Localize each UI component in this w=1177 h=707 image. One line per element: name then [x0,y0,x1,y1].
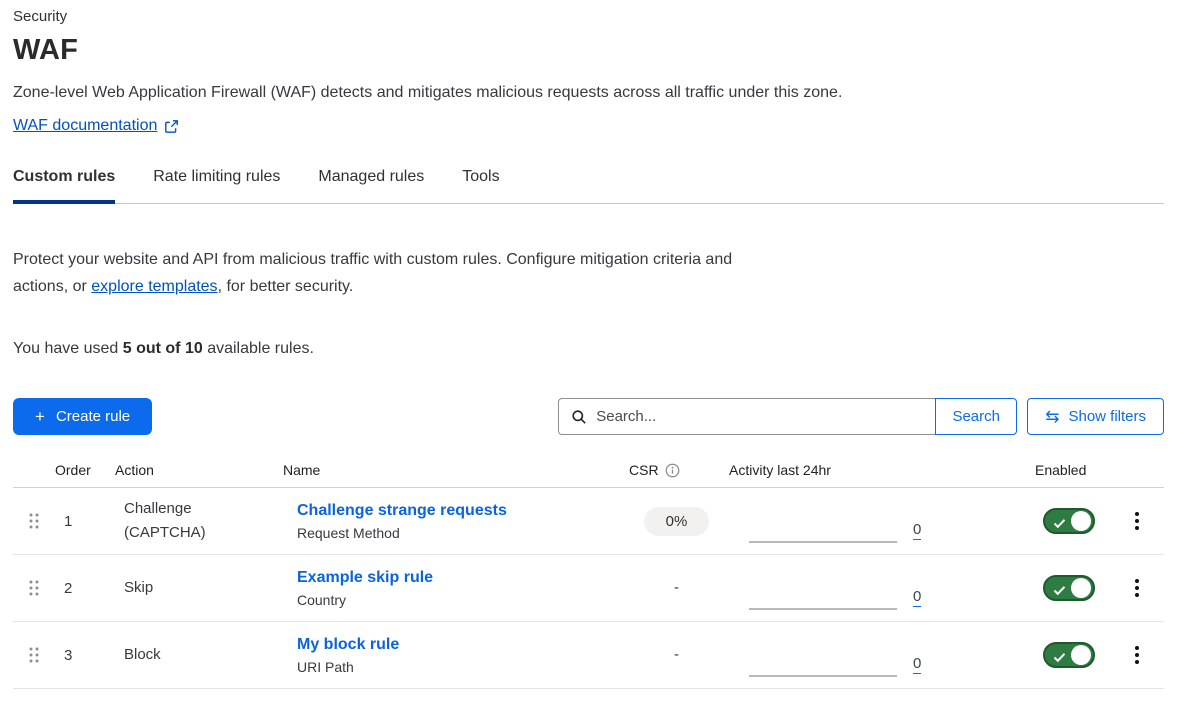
rule-action-line1: Skip [124,576,283,600]
header-action: Action [115,458,283,487]
table-row: 1 Challenge (CAPTCHA) Challenge strange … [13,488,1164,555]
rule-field: URI Path [297,659,629,675]
rule-action-line1: Block [124,643,283,667]
table-row: 2 Skip Example skip rule Country - 0 [13,555,1164,622]
activity-sparkline [749,608,897,610]
toggle-knob [1071,645,1091,665]
enabled-toggle[interactable] [1043,642,1095,668]
create-rule-label: Create rule [56,408,130,425]
kebab-icon [1135,646,1139,650]
usage-suffix: available rules. [203,340,314,357]
csr-value: - [644,579,709,596]
rule-field: Request Method [297,525,629,541]
rule-name-link[interactable]: Challenge strange requests [297,502,629,520]
table-header: Order Action Name CSR Activity last 24hr… [13,458,1164,488]
tab-custom-rules[interactable]: Custom rules [13,168,115,204]
header-order: Order [55,458,115,487]
activity-count-link[interactable]: 0 [913,589,921,607]
header-csr: CSR [629,458,729,487]
usage-count: 5 out of 10 [123,340,203,357]
info-icon[interactable] [665,463,680,478]
search-button[interactable]: Search [935,398,1017,435]
drag-handle-icon[interactable] [28,512,40,530]
activity-count-link[interactable]: 0 [913,656,921,674]
activity-count-link[interactable]: 0 [913,522,921,540]
page-description: Zone-level Web Application Firewall (WAF… [13,84,1164,102]
waf-documentation-link[interactable]: WAF documentation [13,117,157,135]
toggle-knob [1071,511,1091,531]
header-enabled: Enabled [1035,458,1110,487]
plus-icon: + [35,408,45,425]
swap-arrows-icon: ⇆ [1045,408,1059,425]
csr-value: - [644,646,709,663]
intro-text-after: , for better security. [218,278,354,295]
rule-action: Challenge (CAPTCHA) [115,497,283,545]
usage-summary: You have used 5 out of 10 available rule… [13,340,1164,358]
tab-managed-rules[interactable]: Managed rules [318,168,424,204]
rule-action: Skip [115,576,283,600]
rules-toolbar: + Create rule Search ⇆ Show filt [13,398,1164,435]
rule-field: Country [297,592,629,608]
activity-sparkline [749,675,897,677]
rule-order: 3 [55,647,115,664]
activity-sparkline [749,541,897,543]
breadcrumb: Security [13,8,1164,25]
usage-prefix: You have used [13,340,123,357]
rule-action-line2: (CAPTCHA) [124,521,283,545]
check-icon [1053,584,1066,599]
show-filters-label: Show filters [1068,408,1146,425]
page-title: WAF [13,34,1164,67]
explore-templates-link[interactable]: explore templates [91,278,217,295]
rule-order: 1 [55,513,115,530]
drag-handle-icon[interactable] [28,646,40,664]
kebab-icon [1135,579,1139,583]
check-icon [1053,651,1066,666]
csr-value-badge: 0% [644,507,709,536]
create-rule-button[interactable]: + Create rule [13,398,152,435]
intro-text: Protect your website and API from malici… [13,246,758,300]
rule-order: 2 [55,580,115,597]
external-link-icon [164,119,179,134]
rule-name-link[interactable]: Example skip rule [297,569,629,587]
kebab-icon [1135,512,1139,516]
waf-page: Security WAF Zone-level Web Application … [0,0,1177,689]
tab-rate-limiting-rules[interactable]: Rate limiting rules [153,168,280,204]
header-name: Name [283,458,629,487]
tab-bar: Custom rules Rate limiting rules Managed… [13,168,1164,204]
show-filters-button[interactable]: ⇆ Show filters [1027,398,1164,435]
check-icon [1053,517,1066,532]
rules-table: Order Action Name CSR Activity last 24hr… [13,458,1164,689]
toggle-knob [1071,578,1091,598]
tab-tools[interactable]: Tools [462,168,499,204]
rule-name-link[interactable]: My block rule [297,636,629,654]
search-input[interactable] [596,399,935,434]
row-menu-button[interactable] [1129,640,1145,670]
header-csr-label: CSR [629,462,659,478]
search-icon [571,409,587,425]
row-menu-button[interactable] [1129,573,1145,603]
rule-action: Block [115,643,283,667]
row-menu-button[interactable] [1129,506,1145,536]
search-box [558,398,935,435]
header-activity: Activity last 24hr [729,458,944,487]
enabled-toggle[interactable] [1043,575,1095,601]
enabled-toggle[interactable] [1043,508,1095,534]
rule-action-line1: Challenge [124,497,283,521]
drag-handle-icon[interactable] [28,579,40,597]
table-row: 3 Block My block rule URI Path - 0 [13,622,1164,689]
